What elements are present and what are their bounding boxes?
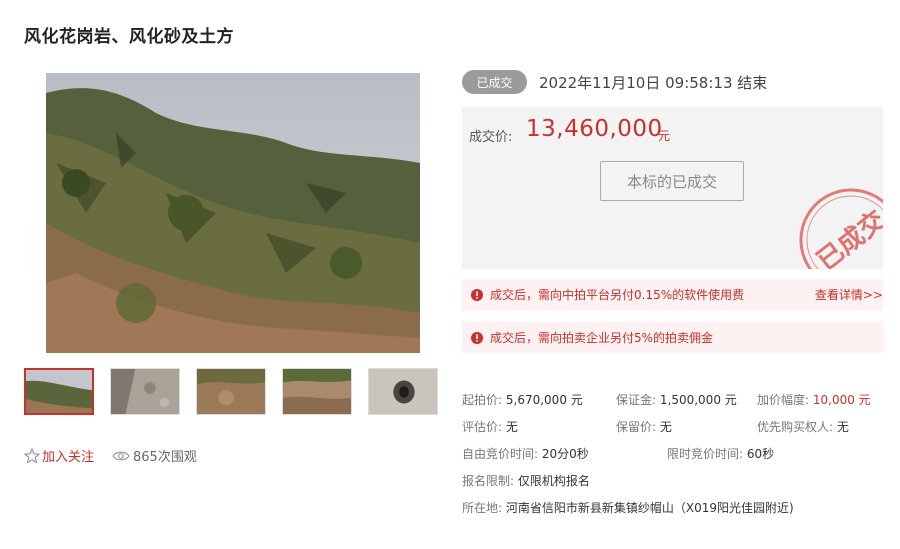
- details-link[interactable]: 查看详情>>: [815, 286, 883, 303]
- info-limit-bidding-time: 限时竞价时间: 60秒: [667, 447, 775, 461]
- follow-button[interactable]: 加入关注: [24, 446, 94, 465]
- main-photo[interactable]: [46, 73, 420, 353]
- price-panel: 成交价: 13,460,000 元 本标的已成交 已成交: [462, 107, 883, 269]
- price-unit: 元: [658, 129, 671, 143]
- alert-icon: [471, 288, 483, 301]
- info-start-price: 起拍价: 5,670,000 元: [462, 393, 583, 407]
- deal-price: 13,460,000: [526, 116, 663, 142]
- info-location: 所在地: 河南省信阳市新县新集镇纱帽山（X019阳光佳园附近): [462, 501, 794, 515]
- info-free-bidding-time: 自由竞价时间: 20分0秒: [462, 447, 589, 461]
- info-appraisal: 评估价: 无: [462, 420, 518, 434]
- thumbnail-2[interactable]: [110, 368, 180, 415]
- view-count-label: 865次围观: [133, 450, 197, 465]
- price-label: 成交价:: [469, 130, 513, 145]
- star-icon: [24, 447, 40, 464]
- eye-icon: [112, 451, 130, 460]
- thumbnail-3[interactable]: [196, 368, 266, 415]
- thumbnail-4[interactable]: [282, 368, 352, 415]
- sold-stamp: 已成交: [799, 188, 883, 269]
- stamp-text: 已成交: [811, 204, 883, 269]
- info-deposit: 保证金: 1,500,000 元: [616, 393, 737, 407]
- notice-software-fee: 成交后，需向中拍平台另付0.15%的软件使用费 查看详情>>: [462, 279, 883, 310]
- action-bar: 加入关注 865次围观: [24, 446, 197, 465]
- sold-button[interactable]: 本标的已成交: [600, 161, 744, 201]
- info-increment: 加价幅度: 10,000 元: [757, 393, 871, 407]
- follow-label: 加入关注: [42, 450, 95, 465]
- page-title: 风化花岗岩、风化砂及土方: [24, 27, 234, 47]
- alert-icon: [471, 331, 483, 344]
- info-registration-restriction: 报名限制: 仅限机构报名: [462, 474, 590, 488]
- thumbnail-1[interactable]: [24, 368, 94, 415]
- notice-commission: 成交后，需向拍卖企业另付5%的拍卖佣金: [462, 322, 883, 353]
- info-priority-buyer: 优先购买权人: 无: [757, 420, 849, 434]
- view-count: 865次围观: [112, 446, 197, 465]
- status-badge: 已成交: [462, 70, 527, 94]
- notice-text: 成交后，需向中拍平台另付0.15%的软件使用费: [490, 288, 745, 302]
- info-reserve: 保留价: 无: [616, 420, 672, 434]
- notice-text: 成交后，需向拍卖企业另付5%的拍卖佣金: [490, 331, 714, 345]
- end-time: 2022年11月10日 09:58:13 结束: [539, 74, 768, 92]
- thumbnail-5[interactable]: [368, 368, 438, 415]
